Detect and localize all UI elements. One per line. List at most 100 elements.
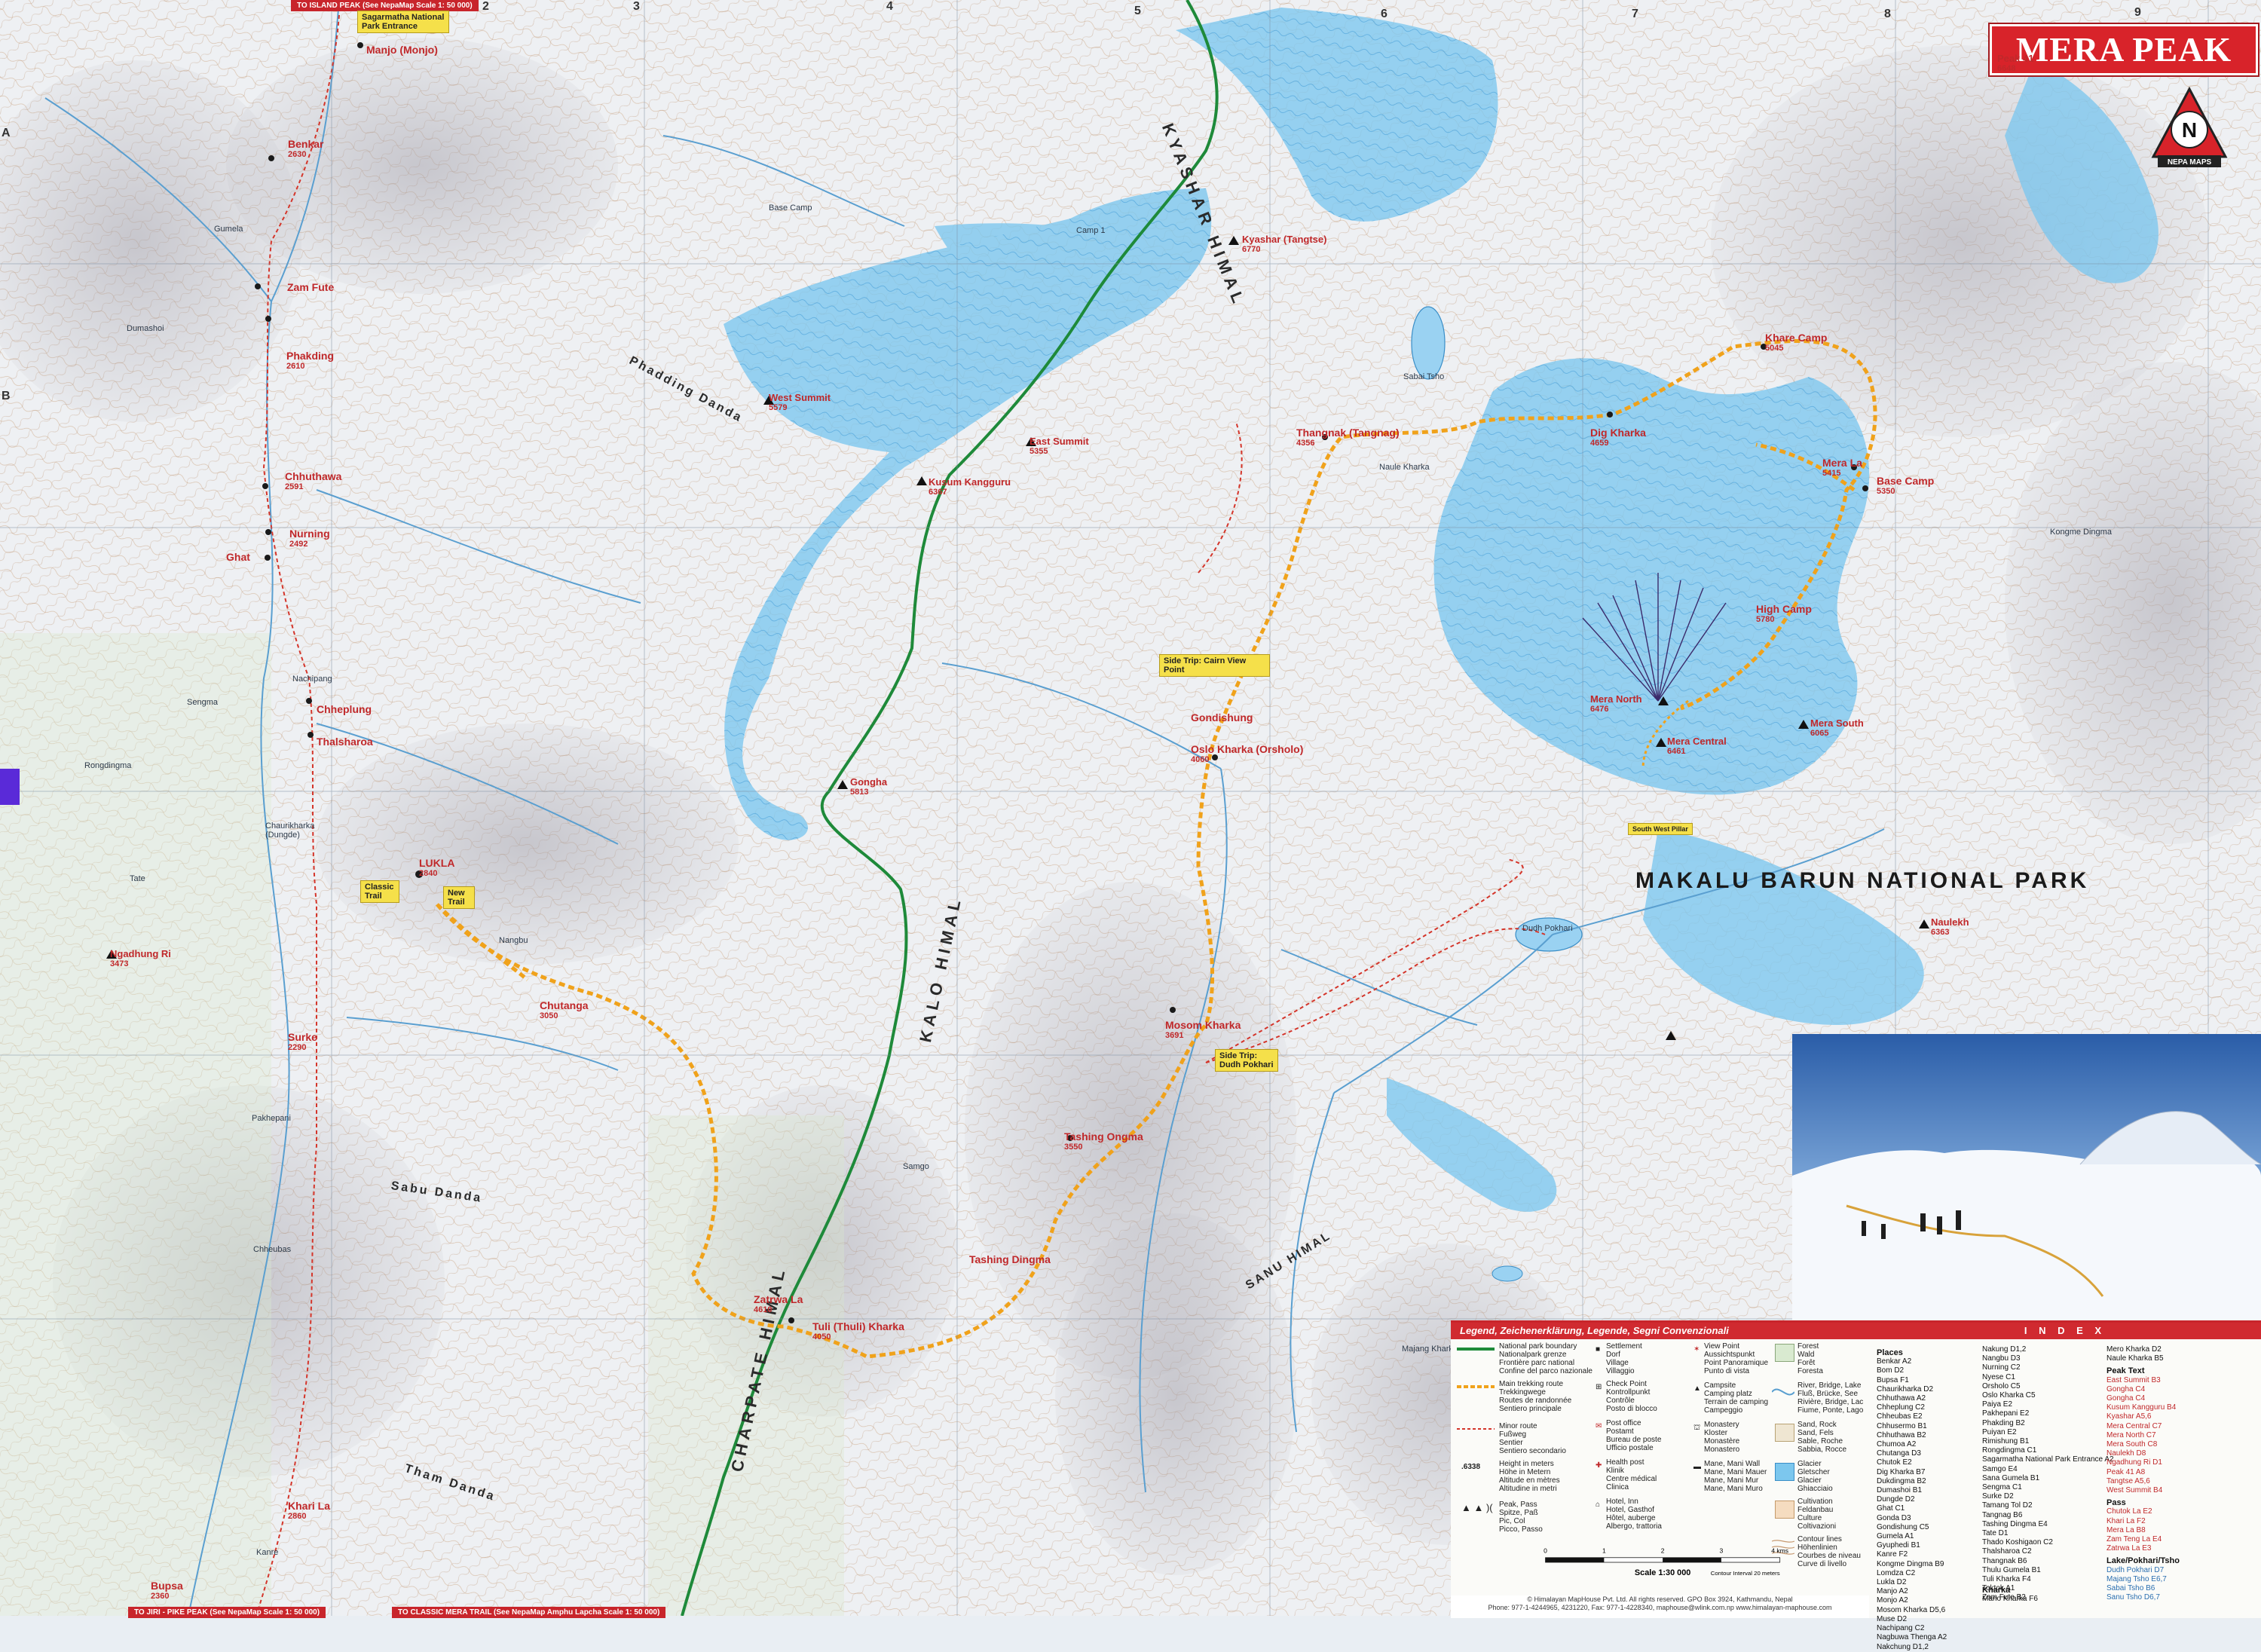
index-pass-entry[interactable]: Khari La F2	[2106, 1517, 2180, 1526]
index-entry[interactable]: Surke D2	[1982, 1492, 2114, 1501]
index-lake-entry[interactable]: Sabai Tsho B6	[2106, 1584, 2180, 1593]
index-entry[interactable]: Chutanga D3	[1877, 1449, 1947, 1458]
place-ghat[interactable]: Ghat	[226, 551, 250, 563]
place-khari-la[interactable]: Khari La 2860	[288, 1500, 330, 1521]
peak-mera-north[interactable]: Mera North 6476	[1590, 693, 1642, 714]
place-manjo[interactable]: Manjo (Monjo)	[366, 44, 438, 56]
index-entry[interactable]: Bupsa F1	[1877, 1376, 1947, 1385]
index-kharka-entry[interactable]: Mano Kharka F6	[1982, 1595, 2038, 1604]
index-peak-entry[interactable]: Mera North C7	[2106, 1431, 2180, 1440]
index-peak-entry[interactable]: Mera South C8	[2106, 1440, 2180, 1449]
peak-naulekh[interactable]: Naulekh 6363	[1931, 916, 1969, 937]
index-peak-entry[interactable]: Tangtse A5,6	[2106, 1477, 2180, 1486]
index-entry[interactable]: Nurning C2	[1982, 1363, 2114, 1372]
index-pass-entry[interactable]: Zatrwa La E3	[2106, 1544, 2180, 1553]
index-entry[interactable]: Sengma C1	[1982, 1483, 2114, 1492]
index-peak-entry[interactable]: Gongha C4	[2106, 1385, 2180, 1394]
index-entry[interactable]: Chhusermo B1	[1877, 1422, 1947, 1431]
place-chutanga[interactable]: Chutanga 3050	[540, 999, 589, 1020]
page-edge-tab[interactable]	[0, 769, 20, 805]
index-entry[interactable]: Nachipang C2	[1877, 1624, 1947, 1633]
index-entry[interactable]: Kongme Dingma B9	[1877, 1560, 1947, 1569]
index-entry[interactable]: Nagbuwa Thenga A2	[1877, 1633, 1947, 1642]
index-entry[interactable]: Chhuthawa B2	[1877, 1431, 1947, 1440]
index-entry[interactable]: Puiyan E2	[1982, 1428, 2114, 1437]
index-entry[interactable]: Sana Gumela B1	[1982, 1474, 2114, 1483]
index-peak-entry[interactable]: Kyashar A5,6	[2106, 1412, 2180, 1421]
index-entry[interactable]: Phakding B2	[1982, 1419, 2114, 1428]
index-entry[interactable]: Lukla D2	[1877, 1578, 1947, 1587]
place-mera-la[interactable]: Mera La 5415	[1822, 457, 1862, 478]
index-entry[interactable]: Chaurikharka D2	[1877, 1385, 1947, 1394]
index-entry[interactable]: Rongdingma C1	[1982, 1446, 2114, 1455]
peak-west-summit[interactable]: West Summit 5579	[769, 392, 831, 412]
index-pass-entry[interactable]: Mera La B8	[2106, 1526, 2180, 1535]
bottom-left-banner[interactable]: TO JIRI - PIKE PEAK (See NepaMap Scale 1…	[128, 1607, 326, 1618]
index-lake-entry[interactable]: Majang Tsho E6,7	[2106, 1575, 2180, 1584]
index-entry[interactable]: Lomdza C2	[1877, 1569, 1947, 1578]
peak-mera-central[interactable]: Mera Central 6461	[1667, 736, 1727, 756]
place-base-camp[interactable]: Base Camp 5350	[1877, 475, 1934, 496]
peak-kusum-kangguru[interactable]: Kusum Kangguru 6367	[929, 476, 1011, 497]
place-chhuthawa[interactable]: Chhuthawa 2591	[285, 470, 341, 491]
index-entry[interactable]: Tate D1	[1982, 1529, 2114, 1538]
index-entry[interactable]: Mero Kharka D2	[2106, 1345, 2180, 1354]
peak-ngadhung-ri[interactable]: Ngadhung Ri 3473	[110, 948, 171, 968]
index-pass-entry[interactable]: Zam Teng La E4	[2106, 1535, 2180, 1544]
index-entry[interactable]: Ghat C1	[1877, 1504, 1947, 1513]
index-lake-entry[interactable]: Sanu Tsho D6,7	[2106, 1593, 2180, 1602]
index-entry[interactable]: Oslo Kharka C5	[1982, 1391, 2114, 1400]
place-tuli-kharka[interactable]: Tuli (Thuli) Kharka 4050	[812, 1320, 904, 1341]
index-entry[interactable]: Kanre F2	[1877, 1550, 1947, 1559]
index-peak-entry[interactable]: West Summit B4	[2106, 1486, 2180, 1495]
place-tashing-ongma[interactable]: Tashing Ongma 3550	[1064, 1130, 1143, 1152]
index-entry[interactable]: Pakhepani E2	[1982, 1409, 2114, 1418]
index-entry[interactable]: Dumashoi B1	[1877, 1486, 1947, 1495]
place-oslo-kharka[interactable]: Oslo Kharka (Orsholo) 4060	[1191, 743, 1303, 764]
index-peak-entry[interactable]: Mera Central C7	[2106, 1422, 2180, 1431]
index-entry[interactable]: Tamang Tol D2	[1982, 1501, 2114, 1510]
place-high-camp[interactable]: High Camp 5780	[1756, 603, 1812, 624]
index-entry[interactable]: Orsholo C5	[1982, 1382, 2114, 1391]
index-entry[interactable]: Thulu Gumela B1	[1982, 1566, 2114, 1575]
peak-mera-south[interactable]: Mera South 6065	[1810, 717, 1864, 738]
index-entry[interactable]: Tashing Dingma E4	[1982, 1520, 2114, 1529]
index-entry[interactable]: Thangnak B6	[1982, 1557, 2114, 1566]
place-chheplung[interactable]: Chheplung	[317, 703, 372, 715]
place-thalsharoa[interactable]: Thalsharoa	[317, 736, 373, 748]
index-entry[interactable]: Gumela A1	[1877, 1532, 1947, 1541]
place-thangnak[interactable]: Thangnak (Tangnag) 4356	[1296, 427, 1400, 448]
place-phakding[interactable]: Phakding 2610	[286, 350, 334, 371]
index-entry[interactable]: Chumoa A2	[1877, 1440, 1947, 1449]
index-pass-entry[interactable]: Chutok La E2	[2106, 1507, 2180, 1516]
index-entry[interactable]: Paiya E2	[1982, 1400, 2114, 1409]
place-surke[interactable]: Surke 2290	[288, 1031, 317, 1052]
top-banner[interactable]: TO ISLAND PEAK (See NepaMap Scale 1: 50 …	[291, 0, 479, 11]
place-khare-camp[interactable]: Khare Camp 5045	[1765, 332, 1827, 353]
place-mosom-kharka[interactable]: Mosom Kharka 3691	[1165, 1019, 1241, 1040]
index-entry[interactable]: Manjo A2	[1877, 1587, 1947, 1596]
index-entry[interactable]: Monjo A2	[1877, 1596, 1947, 1605]
index-entry[interactable]: Gonda D3	[1877, 1514, 1947, 1523]
place-benkar[interactable]: Benkar 2630	[288, 138, 323, 159]
index-entry[interactable]: Chhuthawa A2	[1877, 1394, 1947, 1403]
index-peak-entry[interactable]: Kusum Kangguru B4	[2106, 1403, 2180, 1412]
index-entry[interactable]: Nakung D1,2	[1982, 1345, 2114, 1354]
place-tashing-dingma[interactable]: Tashing Dingma	[969, 1253, 1051, 1265]
index-entry[interactable]: Nakchung D1,2	[1877, 1643, 1947, 1652]
index-entry[interactable]: Nangbu D3	[1982, 1354, 2114, 1363]
place-bupsa[interactable]: Bupsa 2360	[151, 1580, 183, 1601]
peak-gongha[interactable]: Gongha 5813	[850, 776, 887, 797]
index-peak-entry[interactable]: Peak 41 A8	[2106, 1468, 2180, 1477]
index-peak-entry[interactable]: Naulekh D8	[2106, 1449, 2180, 1458]
index-peak-entry[interactable]: East Summit B3	[2106, 1376, 2180, 1385]
index-entry[interactable]: Bom D2	[1877, 1366, 1947, 1375]
peak-east-summit[interactable]: East Summit 5355	[1030, 436, 1089, 456]
peak-41[interactable]: Peak 41 6648	[1997, 53, 2033, 73]
place-gondishung[interactable]: Gondishung	[1191, 711, 1253, 724]
place-zatrwa-la[interactable]: Zatrwa La 4610	[754, 1293, 803, 1314]
index-lake-entry[interactable]: Dudh Pokhari D7	[2106, 1566, 2180, 1575]
index-entry[interactable]: Benkar A2	[1877, 1357, 1947, 1366]
place-lukla[interactable]: LUKLA 2840	[419, 857, 454, 878]
index-entry[interactable]: Naule Kharka B5	[2106, 1354, 2180, 1363]
